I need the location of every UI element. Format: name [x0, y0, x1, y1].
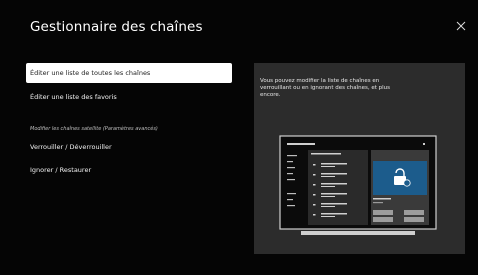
menu-item-label: Verrouiller / Déverrouiller	[30, 143, 112, 151]
info-description: Vous pouvez modifier la liste de chaînes…	[260, 78, 391, 98]
satellite-section-caption: Modifier les chaînes satellite (Paramètr…	[30, 126, 158, 132]
channel-manager-screen: Gestionnaire des chaînes Éditer une list…	[0, 0, 478, 275]
menu-item-edit-all-channels[interactable]: Éditer une liste de toutes les chaînes	[26, 63, 232, 83]
menu-item-edit-favorites[interactable]: Éditer une liste des favoris	[26, 87, 232, 107]
channel-menu: Éditer une liste de toutes les chaînes É…	[26, 63, 232, 107]
page-title: Gestionnaire des chaînes	[30, 19, 203, 35]
menu-item-label: Ignorer / Restaurer	[30, 166, 92, 174]
menu-item-label: Éditer une liste des favoris	[30, 93, 117, 101]
menu-item-label: Éditer une liste de toutes les chaînes	[30, 69, 151, 77]
tv-lock-illustration	[279, 135, 437, 235]
close-icon[interactable]	[454, 19, 468, 33]
info-panel: Vous pouvez modifier la liste de chaînes…	[254, 63, 465, 254]
menu-item-lock-unlock[interactable]: Verrouiller / Déverrouiller	[26, 137, 232, 157]
menu-item-skip-restore[interactable]: Ignorer / Restaurer	[26, 160, 232, 180]
